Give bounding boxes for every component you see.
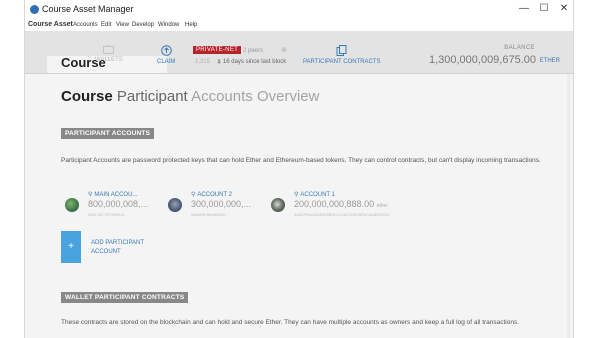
account-name: ⚲ MAIN ACCOU... — [88, 192, 138, 198]
nav-participant-contracts[interactable]: PARTICIPANT CONTRACTS — [303, 45, 381, 65]
nav-claim[interactable]: CLAIM — [157, 45, 175, 65]
wallet-contracts-description: These contracts are stored on the blockc… — [61, 319, 520, 326]
menu-edit[interactable]: Edit — [101, 22, 111, 28]
balance-label: BALANCE — [504, 45, 535, 51]
account-identicon — [65, 198, 79, 212]
menu-develop[interactable]: Develop — [132, 22, 154, 28]
contracts-icon — [336, 45, 347, 56]
menu-accounts[interactable]: Accounts — [73, 22, 98, 28]
account-balance: 800,000,008,... — [88, 199, 149, 209]
key-icon: ⚲ — [88, 192, 93, 198]
menu-view[interactable]: View — [116, 22, 129, 28]
nav-wallets-label: WALLETS — [95, 57, 123, 63]
account-identicon — [168, 198, 182, 212]
key-icon: ⚲ — [294, 192, 299, 198]
page-title: Course Participant Accounts Overview — [61, 88, 319, 105]
key-icon: ⚲ — [191, 192, 196, 198]
page-title-part2: Participant — [116, 88, 188, 105]
claim-icon — [160, 45, 172, 56]
page-title-part1: Course — [61, 88, 113, 105]
add-participant-label[interactable]: ADD PARTICIPANT ACCOUNT — [91, 239, 171, 257]
account-balance: 300,000,000,... — [191, 199, 252, 209]
title-bar: Course Asset Manager — ☐ ✕ — [25, 0, 573, 20]
add-participant-button[interactable]: + — [61, 231, 81, 263]
peers-count: 2 peers — [243, 48, 264, 54]
app-window: Course Asset Manager — ☐ ✕ Course Asset … — [24, 0, 574, 338]
menu-bar: Course Asset Accounts Edit View Develop … — [25, 20, 573, 31]
nav-contracts-label: PARTICIPANT CONTRACTS — [303, 59, 381, 65]
since-last-block-text: 16 days since last block — [222, 59, 287, 65]
app-icon — [30, 5, 39, 14]
participant-accounts-description: Participant Accounts are password protec… — [61, 157, 541, 164]
maximize-button[interactable]: ☐ — [537, 3, 551, 14]
account-address: 0xa0b9C6bd82d06... — [191, 212, 229, 217]
scrollbar[interactable] — [567, 74, 570, 338]
hourglass-icon: ⧗ — [217, 59, 222, 65]
account-balance: 200,000,000,888.00 ether — [294, 199, 388, 209]
wallet-contracts-heading: WALLET PARTICIPANT CONTRACTS — [61, 292, 189, 303]
participant-accounts-heading: PARTICIPANT ACCOUNTS — [61, 128, 155, 139]
menu-course-asset[interactable]: Course Asset — [28, 21, 73, 28]
account-address: 0x6176C7B7289914... — [88, 212, 128, 217]
menu-help[interactable]: Help — [185, 22, 197, 28]
account-identicon — [271, 198, 285, 212]
block-number: 1,315 — [195, 59, 211, 65]
balance-value: 1,300,000,009,675.00 — [428, 54, 536, 66]
nav-claim-label: CLAIM — [157, 59, 176, 65]
page-title-part3: Accounts Overview — [191, 88, 320, 105]
account-name: ⚲ ACCOUNT 2 — [191, 192, 232, 198]
network-badge: PRIVATE-NET — [193, 46, 242, 54]
peers-icon: ⊗ — [281, 47, 287, 54]
minimize-button[interactable]: — — [517, 3, 531, 14]
window-title: Course Asset Manager — [42, 4, 134, 14]
wallet-icon — [103, 45, 115, 54]
close-button[interactable]: ✕ — [557, 3, 571, 14]
account-name: ⚲ ACCOUNT 1 — [294, 192, 335, 198]
app-header: Course WALLETS CLAIM PRIVATE-NET 2 peers… — [25, 31, 573, 74]
main-content: Course Participant Accounts Overview PAR… — [25, 74, 573, 338]
since-last-block: ⧗ 16 days since last block — [217, 59, 286, 66]
account-address: 0x8C9FAcc0D82E8B3C1C16C40D55FACA4B0D5011 — [294, 212, 390, 217]
nav-wallets[interactable]: WALLETS — [95, 45, 123, 63]
menu-window[interactable]: Window — [158, 22, 179, 28]
balance-unit: ETHER — [539, 58, 560, 64]
